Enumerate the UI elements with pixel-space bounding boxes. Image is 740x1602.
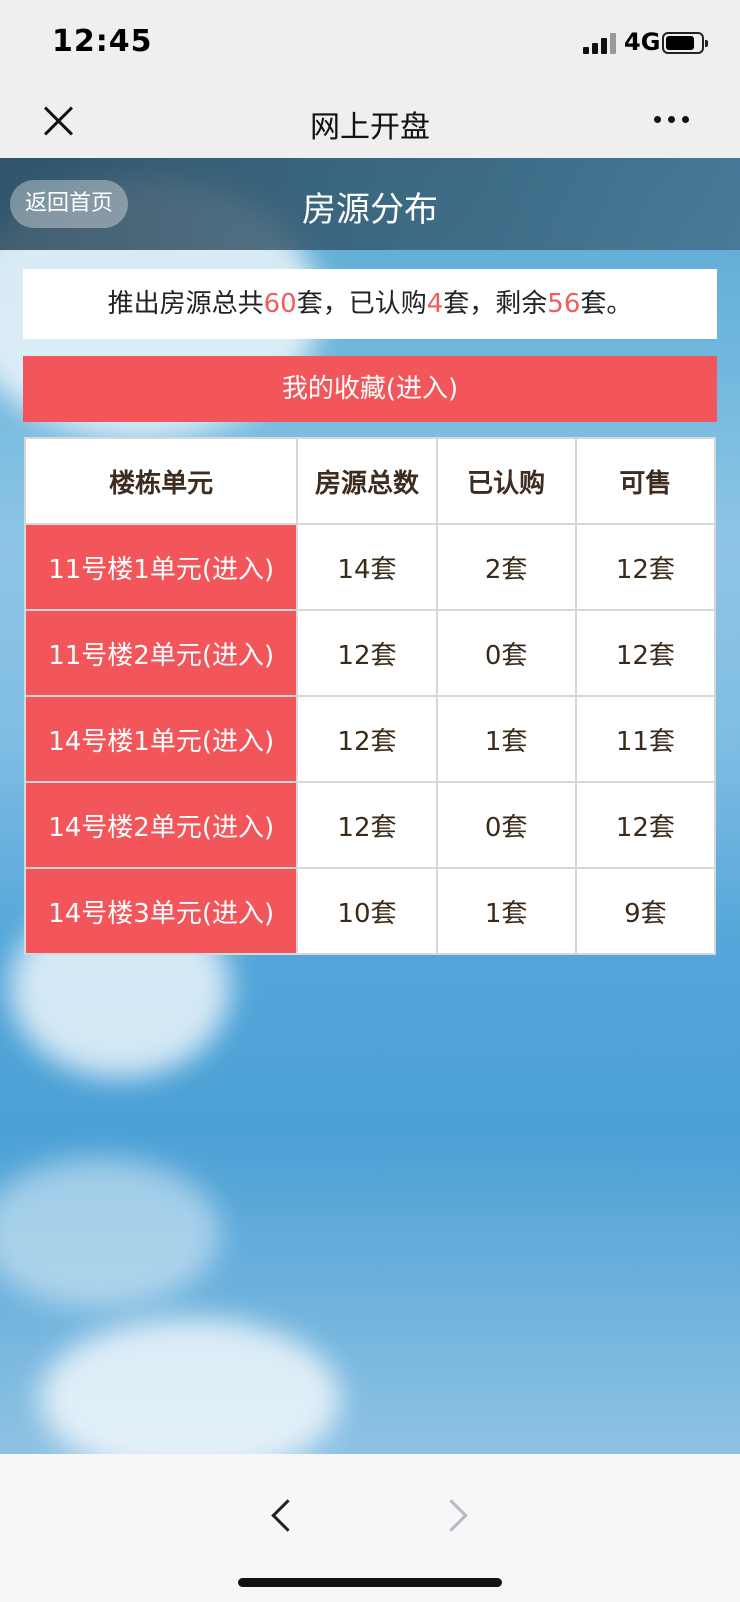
unit-link[interactable]: 11号楼2单元(进入) — [23, 609, 299, 697]
home-indicator[interactable] — [238, 1578, 502, 1587]
summary-prefix: 推出房源总共 — [107, 289, 264, 319]
nav-bar: 网上开盘 — [0, 88, 740, 158]
cell-available: 11套 — [574, 695, 717, 783]
cell-available: 12套 — [574, 781, 717, 869]
cell-subscribed: 1套 — [435, 867, 577, 955]
signal-icon — [583, 32, 619, 54]
header-available: 可售 — [574, 437, 717, 525]
network-label: 4G — [624, 28, 661, 56]
battery-icon — [662, 32, 708, 54]
summary-suffix: 套。 — [580, 289, 633, 319]
browser-toolbar — [0, 1454, 740, 1602]
chevron-right-icon[interactable] — [440, 1498, 470, 1528]
summary-mid2: 套，剩余 — [443, 289, 548, 319]
unit-link[interactable]: 14号楼3单元(进入) — [23, 867, 299, 955]
unit-link[interactable]: 14号楼1单元(进入) — [23, 695, 299, 783]
cell-total: 12套 — [296, 695, 438, 783]
summary-subscribed: 4 — [426, 289, 444, 319]
page-title: 房源分布 — [302, 190, 438, 230]
chevron-left-icon[interactable] — [268, 1498, 298, 1528]
page-content: 返回首页 房源分布 推出房源总共60套，已认购4套，剩余56套。 我的收藏(进入… — [0, 158, 740, 1454]
nav-title: 网上开盘 — [310, 110, 430, 145]
table-row: 11号楼2单元(进入) 12套 0套 12套 — [23, 609, 717, 697]
table-row: 11号楼1单元(进入) 14套 2套 12套 — [23, 523, 717, 611]
cell-total: 10套 — [296, 867, 438, 955]
cell-subscribed: 1套 — [435, 695, 577, 783]
table-row: 14号楼2单元(进入) 12套 0套 12套 — [23, 781, 717, 869]
status-time: 12:45 — [52, 24, 153, 59]
favorites-button[interactable]: 我的收藏(进入) — [23, 356, 717, 422]
header-subscribed: 已认购 — [435, 437, 577, 525]
table-row: 14号楼1单元(进入) 12套 1套 11套 — [23, 695, 717, 783]
cell-subscribed: 0套 — [435, 781, 577, 869]
table-header-row: 楼栋单元 房源总数 已认购 可售 — [23, 437, 717, 525]
cell-total: 14套 — [296, 523, 438, 611]
unit-link[interactable]: 11号楼1单元(进入) — [23, 523, 299, 611]
header-unit: 楼栋单元 — [23, 437, 299, 525]
cell-subscribed: 2套 — [435, 523, 577, 611]
summary-total: 60 — [263, 289, 297, 319]
status-bar: 12:45 4G — [0, 0, 740, 88]
cell-available: 12套 — [574, 523, 717, 611]
header-total: 房源总数 — [296, 437, 438, 525]
unit-table: 楼栋单元 房源总数 已认购 可售 11号楼1单元(进入) 14套 2套 12套 … — [23, 437, 717, 955]
table-row: 14号楼3单元(进入) 10套 1套 9套 — [23, 867, 717, 955]
cell-available: 9套 — [574, 867, 717, 955]
more-icon[interactable] — [654, 116, 690, 124]
cell-available: 12套 — [574, 609, 717, 697]
cell-subscribed: 0套 — [435, 609, 577, 697]
cell-total: 12套 — [296, 781, 438, 869]
summary-remaining: 56 — [547, 289, 581, 319]
summary-mid1: 套，已认购 — [296, 289, 427, 319]
page-header: 返回首页 房源分布 — [0, 158, 740, 250]
summary-banner: 推出房源总共60套，已认购4套，剩余56套。 — [23, 269, 717, 339]
cell-total: 12套 — [296, 609, 438, 697]
unit-link[interactable]: 14号楼2单元(进入) — [23, 781, 299, 869]
